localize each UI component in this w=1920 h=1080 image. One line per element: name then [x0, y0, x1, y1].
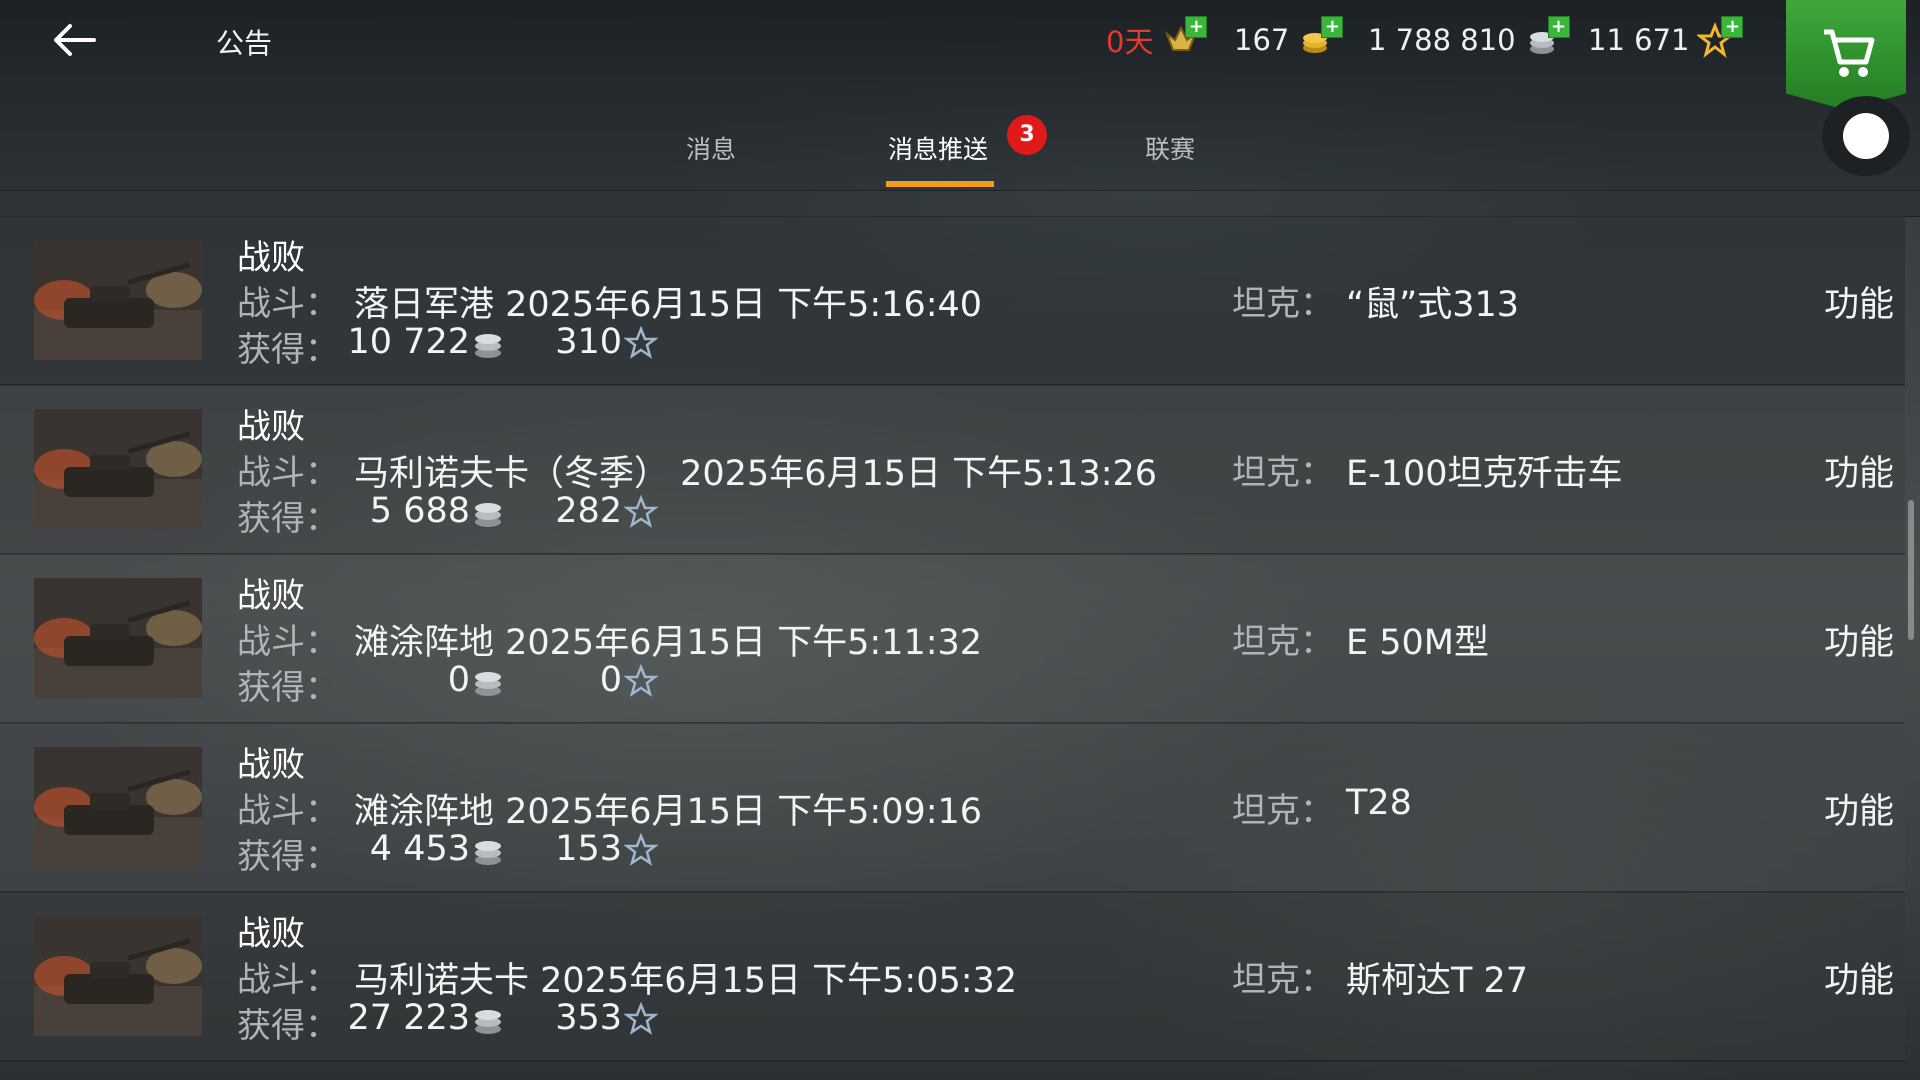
top-bar: 公告 0天 + 167 + 1 788 810 + 11 671 + 消息 消息…	[0, 0, 1920, 191]
battle-result: 战败	[237, 238, 305, 278]
tank-label: 坦克：	[1232, 284, 1334, 324]
credits-icon: +	[1524, 16, 1570, 60]
battle-result: 战败	[237, 745, 305, 785]
premium-icon: +	[1161, 16, 1208, 60]
tank-name: “鼠”式313	[1346, 285, 1520, 325]
free-xp-balance[interactable]: 11 671 +	[1588, 16, 1744, 60]
star-icon	[624, 1002, 658, 1035]
battle-result: 战败	[237, 914, 305, 954]
tank-label: 坦克：	[1232, 622, 1334, 662]
battle-result: 战败	[237, 576, 305, 616]
earned-xp: 310	[555, 322, 622, 362]
tank-name: E-100坦克歼击车	[1346, 454, 1623, 494]
earned-xp: 282	[555, 491, 622, 531]
toggle-dot	[1843, 113, 1889, 159]
premium-days: 0天	[1106, 25, 1154, 59]
earned-xp: 353	[555, 998, 622, 1038]
message-row[interactable]: 战败 战斗： 马利诺夫卡 2025年6月15日 下午5:05:32 获得： 27…	[0, 892, 1905, 1062]
function-button[interactable]: 功能	[1824, 445, 1894, 496]
star-icon	[624, 833, 658, 866]
battle-label: 战斗：	[237, 791, 339, 831]
add-credits-icon[interactable]: +	[1547, 16, 1570, 38]
star-icon: +	[1696, 16, 1744, 60]
earned-xp: 0	[599, 660, 622, 700]
tab-push-messages[interactable]: 消息推送	[888, 130, 988, 166]
free-xp-amount: 11 671	[1588, 23, 1690, 57]
credits-balance[interactable]: 1 788 810 +	[1368, 16, 1570, 60]
battle-info: 马利诺夫卡 2025年6月15日 下午5:05:32	[354, 961, 1018, 1001]
scrollbar[interactable]	[1908, 500, 1914, 640]
toggle-button[interactable]	[1822, 96, 1910, 176]
tank-thumbnail	[34, 916, 202, 1036]
tank-thumbnail	[34, 409, 202, 529]
earned-credits: 5 688	[369, 491, 470, 531]
star-icon	[624, 326, 658, 359]
premium-account[interactable]: 0天 +	[1106, 16, 1208, 60]
star-icon	[624, 495, 658, 528]
credits-icon	[475, 334, 501, 358]
earned-label: 获得：	[237, 330, 339, 370]
tank-label: 坦克：	[1232, 791, 1334, 831]
tank-label: 坦克：	[1232, 960, 1334, 1000]
tank-name: T28	[1346, 783, 1412, 823]
function-button[interactable]: 功能	[1824, 614, 1894, 665]
back-button[interactable]	[42, 14, 112, 66]
function-button[interactable]: 功能	[1824, 952, 1894, 1003]
function-button[interactable]: 功能	[1824, 783, 1894, 834]
battle-info: 滩涂阵地 2025年6月15日 下午5:09:16	[354, 792, 983, 832]
gold-amount: 167	[1234, 23, 1290, 57]
notification-badge: 3	[1007, 115, 1047, 155]
tank-name: 斯柯达T 27	[1346, 961, 1529, 1001]
add-gold-icon[interactable]: +	[1321, 16, 1344, 38]
tab-messages[interactable]: 消息	[686, 130, 736, 166]
message-row[interactable]: 战败 战斗： 滩涂阵地 2025年6月15日 下午5:09:16 获得： 4 4…	[0, 723, 1905, 893]
battle-label: 战斗：	[237, 622, 339, 662]
tank-thumbnail	[34, 240, 202, 360]
active-tab-indicator	[886, 181, 994, 187]
tank-thumbnail	[34, 747, 202, 867]
battle-info: 滩涂阵地 2025年6月15日 下午5:11:32	[354, 623, 983, 663]
battle-info: 马利诺夫卡（冬季） 2025年6月15日 下午5:13:26	[354, 454, 1158, 494]
credits-amount: 1 788 810	[1368, 23, 1516, 57]
credits-icon	[475, 841, 501, 865]
tank-name: E 50M型	[1346, 623, 1489, 663]
battle-label: 战斗：	[237, 284, 339, 324]
add-premium-icon[interactable]: +	[1185, 16, 1208, 38]
earned-label: 获得：	[237, 1006, 339, 1046]
back-arrow-icon	[54, 24, 96, 56]
battle-info: 落日军港 2025年6月15日 下午5:16:40	[354, 285, 983, 325]
credits-icon	[475, 503, 501, 527]
earned-credits: 0	[447, 660, 470, 700]
earned-credits: 4 453	[369, 829, 470, 869]
message-row[interactable]: 战败 战斗： 落日军港 2025年6月15日 下午5:16:40 获得： 10 …	[0, 216, 1905, 386]
star-icon	[624, 664, 658, 697]
shop-button[interactable]	[1786, 0, 1906, 110]
credits-icon	[475, 672, 501, 696]
credits-icon	[475, 1010, 501, 1034]
tank-thumbnail	[34, 578, 202, 698]
earned-credits: 27 223	[347, 998, 470, 1038]
page-title: 公告	[216, 27, 273, 60]
battle-result: 战败	[237, 407, 305, 447]
earned-label: 获得：	[237, 837, 339, 877]
earned-label: 获得：	[237, 668, 339, 708]
earned-credits: 10 722	[347, 322, 470, 362]
message-row[interactable]: 战败 战斗： 滩涂阵地 2025年6月15日 下午5:11:32 获得： 0 0…	[0, 554, 1905, 724]
tab-league[interactable]: 联赛	[1145, 130, 1195, 166]
function-button[interactable]: 功能	[1824, 276, 1894, 327]
tank-label: 坦克：	[1232, 453, 1334, 493]
gold-icon: +	[1297, 16, 1344, 60]
partial-list-item	[0, 190, 1920, 217]
cart-icon	[1824, 29, 1875, 77]
earned-label: 获得：	[237, 499, 339, 539]
gold-balance[interactable]: 167 +	[1234, 16, 1344, 60]
add-xp-icon[interactable]: +	[1721, 16, 1744, 38]
message-row[interactable]: 战败 战斗： 马利诺夫卡（冬季） 2025年6月15日 下午5:13:26 获得…	[0, 385, 1905, 555]
battle-label: 战斗：	[237, 960, 339, 1000]
earned-xp: 153	[555, 829, 622, 869]
battle-label: 战斗：	[237, 453, 339, 493]
